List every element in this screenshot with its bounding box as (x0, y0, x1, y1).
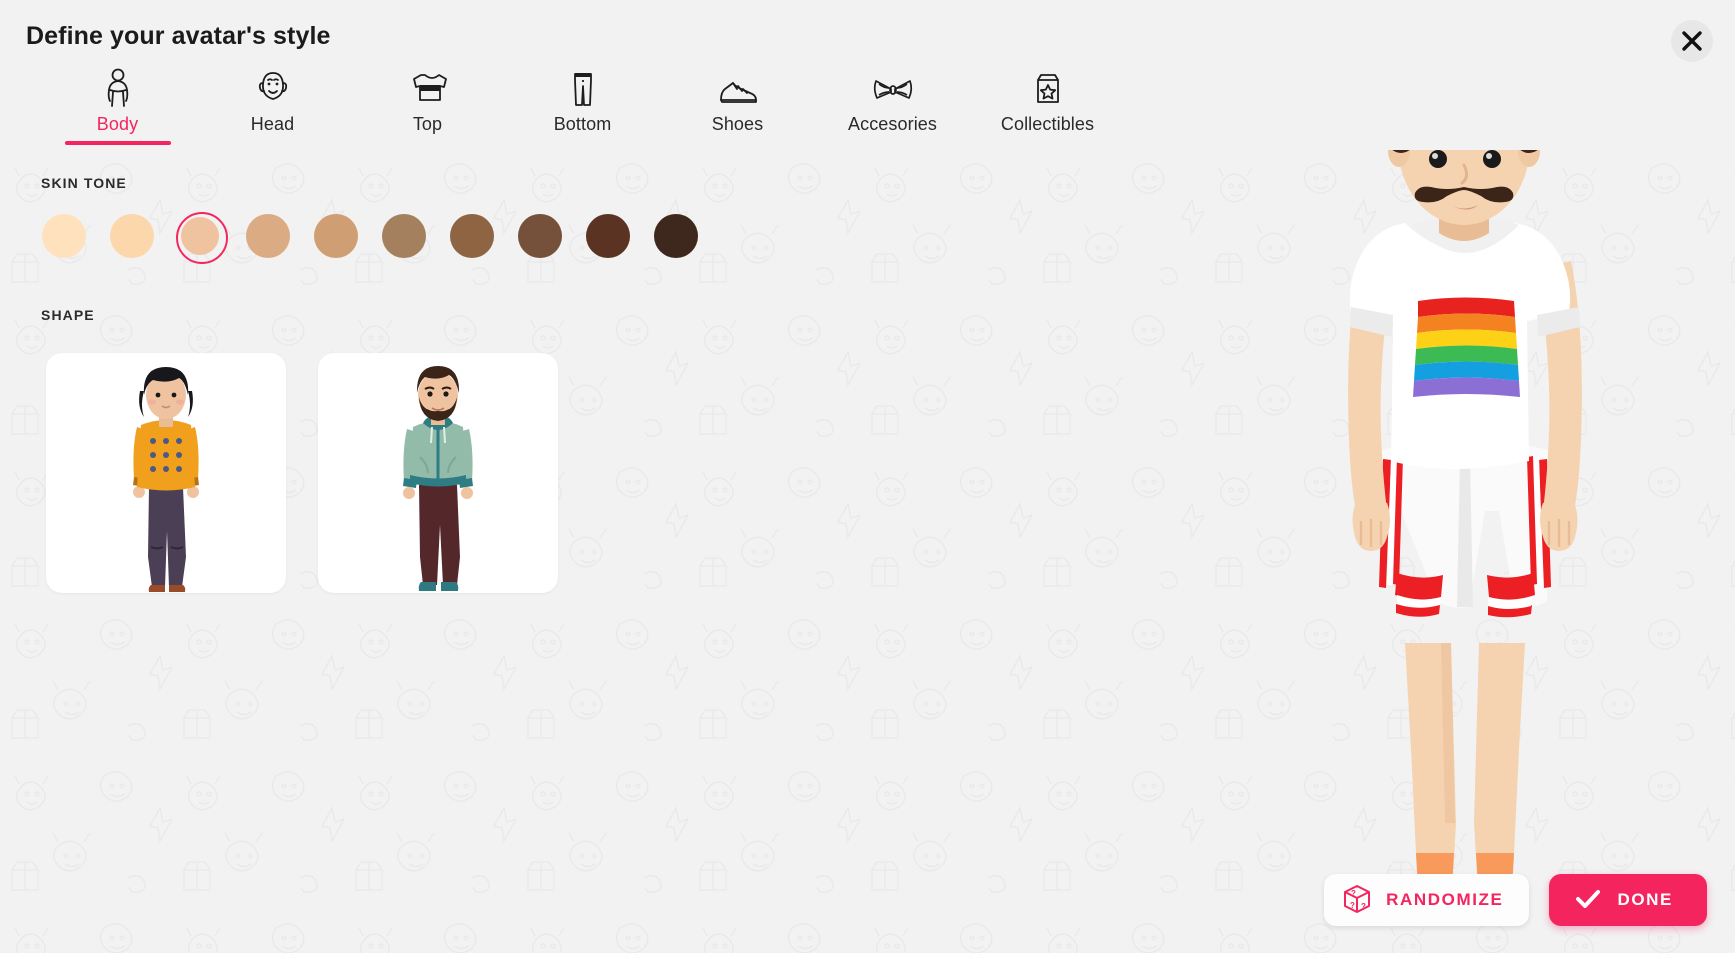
skin-tone-swatch[interactable] (448, 212, 496, 260)
svg-text:?: ? (1361, 902, 1366, 911)
tab-label: Collectibles (1000, 114, 1095, 134)
tab-label: Top (412, 114, 443, 134)
close-icon[interactable] (1671, 20, 1713, 62)
skin-tone-color (518, 214, 562, 258)
skin-tone-swatch[interactable] (516, 212, 564, 260)
svg-text:?: ? (1351, 889, 1356, 898)
shoe-icon (715, 68, 761, 108)
pants-icon (566, 68, 600, 108)
action-bar: ? ? ? RANDOMIZE DONE (1324, 874, 1707, 926)
tab-label: Bottom (553, 114, 612, 134)
skin-tone-swatch-selected[interactable] (176, 212, 228, 264)
shape-option-row (46, 353, 558, 593)
close-icon-glyph (1682, 31, 1702, 51)
tab-label: Head (250, 114, 295, 134)
tab-body[interactable]: Body (40, 68, 195, 145)
shape-option-masculine[interactable] (318, 353, 558, 593)
category-tabs: Body Head Top Bottom Shoes Accesories Co… (40, 68, 1125, 145)
skin-tone-swatch[interactable] (312, 212, 360, 260)
svg-text:?: ? (1350, 901, 1355, 910)
skin-tone-color (450, 214, 494, 258)
randomize-label: RANDOMIZE (1386, 890, 1504, 909)
page-title: Define your avatar's style (26, 22, 331, 50)
skin-tone-color (382, 214, 426, 258)
active-tab-underline (64, 141, 171, 145)
tab-shoes[interactable]: Shoes (660, 68, 815, 145)
skin-tone-color (246, 214, 290, 258)
skin-tone-color (42, 214, 86, 258)
star-box-icon (1031, 68, 1065, 108)
tab-accesories[interactable]: Accesories (815, 68, 970, 145)
tshirt-icon (407, 68, 449, 108)
shape-option-feminine[interactable] (46, 353, 286, 593)
tab-label: Shoes (711, 114, 764, 134)
dice-icon: ? ? ? (1342, 883, 1372, 918)
dialog-header: Define your avatar's style Body Head Top… (0, 0, 1735, 150)
skin-tone-swatch[interactable] (244, 212, 292, 260)
tab-collectibles[interactable]: Collectibles (970, 68, 1125, 145)
masculine-avatar-thumbnail (403, 366, 473, 591)
tab-top[interactable]: Top (350, 68, 505, 145)
tab-bottom[interactable]: Bottom (505, 68, 660, 145)
skin-tone-swatch[interactable] (380, 212, 428, 260)
shape-section-label: SHAPE (41, 307, 95, 323)
done-button[interactable]: DONE (1549, 874, 1707, 926)
body-icon (101, 68, 135, 108)
feminine-avatar-thumbnail (133, 367, 199, 592)
skin-tone-color (314, 214, 358, 258)
bowtie-icon (869, 68, 917, 108)
skin-tone-color (181, 217, 219, 255)
check-icon (1575, 888, 1601, 913)
skin-tone-swatch[interactable] (108, 212, 156, 260)
customization-panel: SKIN TONE SHAPE (0, 150, 1735, 953)
done-label: DONE (1617, 890, 1673, 909)
tab-head[interactable]: Head (195, 68, 350, 145)
skin-tone-color (110, 214, 154, 258)
skin-tone-color (586, 214, 630, 258)
head-icon (253, 68, 293, 108)
tab-label: Accesories (847, 114, 938, 134)
skin-tone-section-label: SKIN TONE (41, 175, 127, 191)
skin-tone-swatch[interactable] (584, 212, 632, 260)
skin-tone-color (654, 214, 698, 258)
skin-tone-swatch-row (40, 212, 700, 264)
tab-label: Body (96, 114, 139, 134)
randomize-button[interactable]: ? ? ? RANDOMIZE (1324, 874, 1530, 926)
skin-tone-swatch[interactable] (652, 212, 700, 260)
skin-tone-swatch[interactable] (40, 212, 88, 260)
